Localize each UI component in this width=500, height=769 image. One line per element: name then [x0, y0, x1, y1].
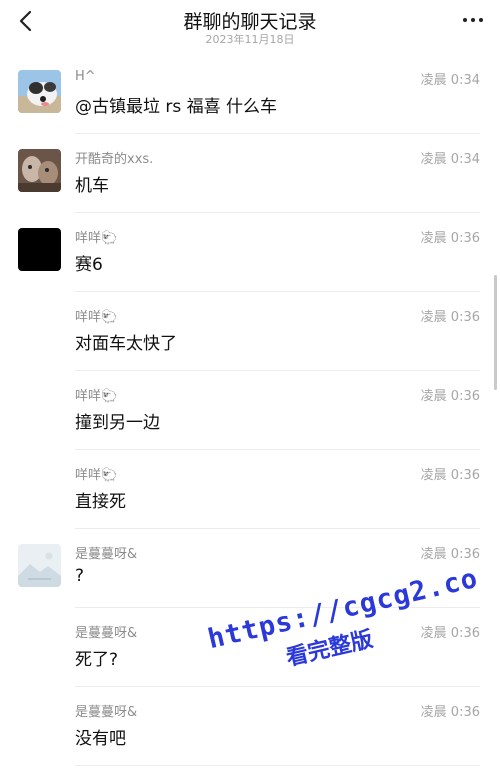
more-dots-icon — [463, 18, 467, 22]
message-row[interactable]: 咩咩🐑 凌晨 0:36 对面车太快了 — [0, 292, 500, 371]
chat-header: 群聊的聊天记录 2023年11月18日 — [0, 0, 500, 50]
message-time: 凌晨 0:36 — [420, 626, 480, 641]
page-title: 群聊的聊天记录 — [183, 11, 317, 33]
sender-name: 开酷奇的xxs. — [75, 152, 154, 167]
message-text: 撞到另一边 — [75, 413, 160, 433]
message-row[interactable]: 开酷奇的xxs. 凌晨 0:34 机车 — [0, 134, 500, 213]
message-time: 凌晨 0:34 — [420, 152, 480, 167]
message-text: @古镇最垃 rs 福喜 什么车 — [75, 97, 278, 117]
message-text: 赛6 — [75, 255, 103, 275]
message-row[interactable]: 是蔓蔓呀& 凌晨 0:36 ? — [0, 529, 500, 608]
sender-name: 咩咩🐑 — [75, 310, 118, 325]
message-time: 凌晨 0:34 — [420, 73, 480, 88]
message-time: 凌晨 0:36 — [420, 468, 480, 483]
message-time: 凌晨 0:36 — [420, 310, 480, 325]
message-row[interactable]: 咩咩🐑 凌晨 0:36 直接死 — [0, 450, 500, 529]
sender-name: 是蔓蔓呀& — [75, 626, 138, 641]
message-text: 死了? — [75, 650, 119, 670]
message-time: 凌晨 0:36 — [420, 389, 480, 404]
message-row[interactable]: 咩咩🐑 凌晨 0:36 赛6 — [0, 213, 500, 292]
avatar-photo[interactable] — [18, 149, 61, 192]
message-text: ? — [75, 566, 85, 586]
sender-name: 是蔓蔓呀& — [75, 547, 138, 562]
message-row[interactable]: H^ 凌晨 0:34 @古镇最垃 rs 福喜 什么车 — [0, 55, 500, 134]
message-text: 没有吧 — [75, 729, 126, 749]
message-text: 对面车太快了 — [75, 334, 177, 354]
sender-name: 咩咩🐑 — [75, 231, 118, 246]
message-text: 直接死 — [75, 492, 126, 512]
sender-name: H^ — [75, 69, 96, 84]
more-options-button[interactable] — [458, 8, 488, 32]
page-subtitle-date: 2023年11月18日 — [205, 33, 295, 46]
message-row[interactable]: 咩咩🐑 凌晨 0:36 撞到另一边 — [0, 371, 500, 450]
avatar-black[interactable] — [18, 228, 61, 271]
avatar-placeholder[interactable] — [18, 544, 61, 587]
message-list: H^ 凌晨 0:34 @古镇最垃 rs 福喜 什么车 开酷奇的xxs. 凌晨 0… — [0, 55, 500, 766]
sender-name: 咩咩🐑 — [75, 468, 118, 483]
scrollbar[interactable] — [494, 275, 497, 390]
sender-name: 是蔓蔓呀& — [75, 705, 138, 720]
sender-name: 咩咩🐑 — [75, 389, 118, 404]
message-row[interactable]: 是蔓蔓呀& 凌晨 0:36 没有吧 — [0, 687, 500, 766]
message-text: 机车 — [75, 176, 109, 196]
avatar-dog[interactable] — [18, 70, 61, 113]
divider — [75, 765, 480, 766]
message-time: 凌晨 0:36 — [420, 231, 480, 246]
message-row[interactable]: 是蔓蔓呀& 凌晨 0:36 死了? — [0, 608, 500, 687]
message-time: 凌晨 0:36 — [420, 705, 480, 720]
message-time: 凌晨 0:36 — [420, 547, 480, 562]
